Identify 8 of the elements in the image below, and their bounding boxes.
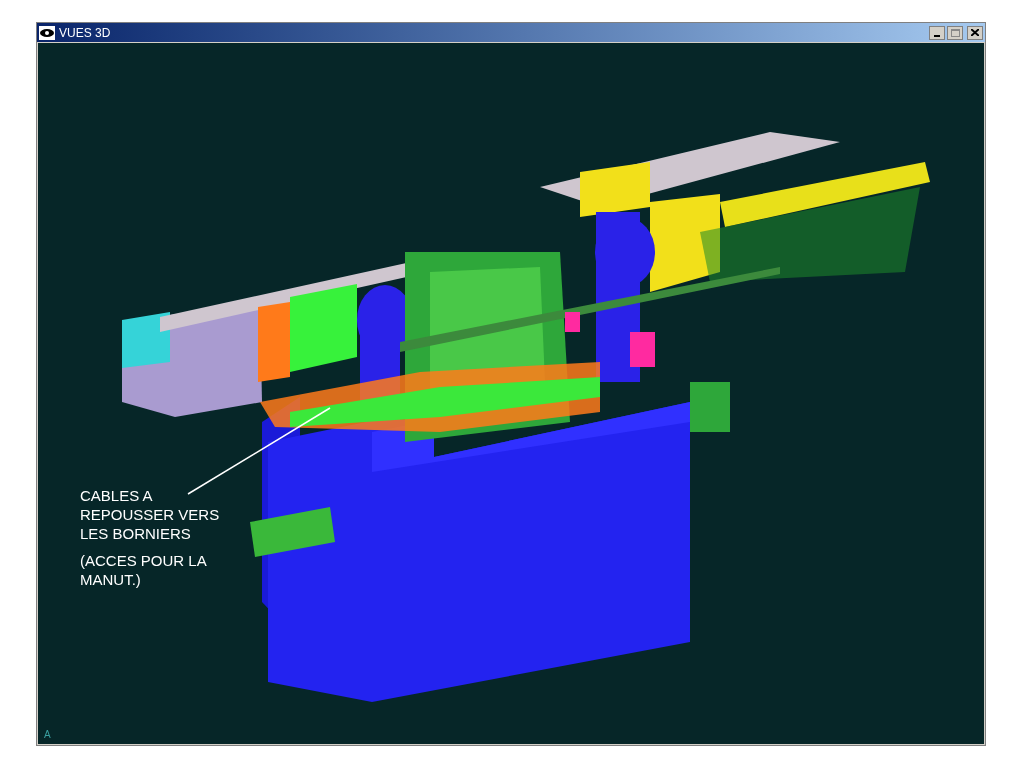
- close-icon: [971, 29, 979, 36]
- eye-icon: [39, 25, 55, 40]
- minimize-button[interactable]: [929, 25, 945, 40]
- close-button[interactable]: [967, 25, 983, 40]
- window-title: VUES 3D: [59, 26, 111, 39]
- axis-label: A: [44, 730, 51, 740]
- annotation-note: (ACCES POUR LA MANUT.): [80, 551, 208, 589]
- annotation-text: CABLES A REPOUSSER VERS LES BORNIERS: [80, 486, 220, 543]
